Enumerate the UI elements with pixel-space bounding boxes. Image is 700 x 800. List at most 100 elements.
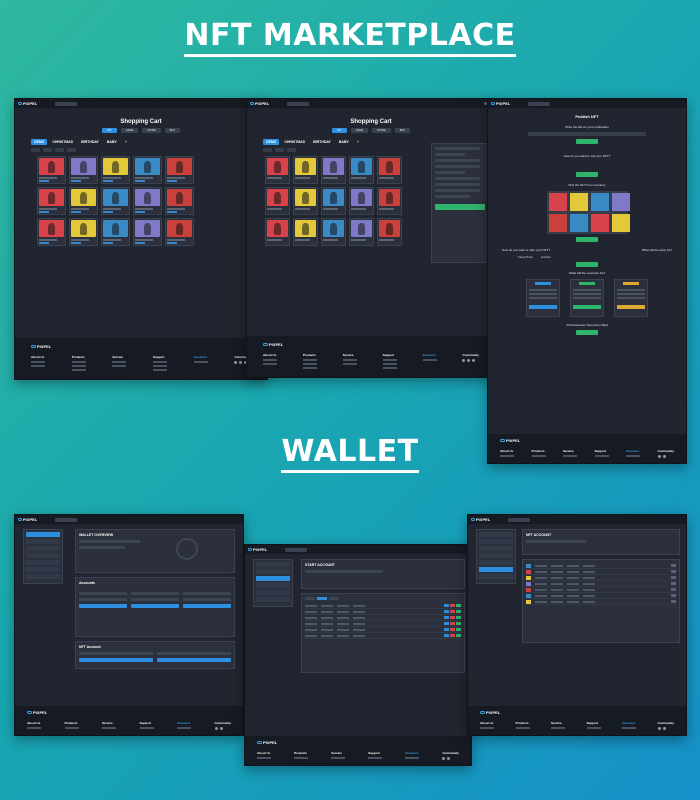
brand-logo[interactable]: PIXPEL xyxy=(18,101,37,106)
search-input[interactable] xyxy=(55,517,78,522)
brand-logo[interactable]: PIXPEL xyxy=(18,517,37,522)
sidebar-item[interactable] xyxy=(479,539,513,544)
social-icon[interactable] xyxy=(467,359,471,362)
next-button[interactable] xyxy=(576,262,598,267)
row-action-button[interactable] xyxy=(444,628,449,631)
price-button[interactable] xyxy=(67,148,76,152)
filter-store[interactable]: STORE xyxy=(142,128,161,133)
row-action-button[interactable] xyxy=(456,604,461,607)
account-button[interactable] xyxy=(183,604,231,608)
nft-card[interactable] xyxy=(265,218,290,246)
tab-christmas[interactable]: CHRISTMAS xyxy=(281,139,308,145)
nft-card[interactable] xyxy=(165,218,194,246)
row-menu-button[interactable] xyxy=(671,594,676,597)
tab-birthday[interactable]: BIRTHDAY xyxy=(78,139,102,145)
option-auction[interactable]: Auction xyxy=(541,255,551,259)
sort-button[interactable] xyxy=(263,148,272,152)
checkout-button[interactable] xyxy=(435,204,485,210)
nft-account-button[interactable] xyxy=(79,658,153,662)
search-input[interactable] xyxy=(285,547,308,552)
sidebar-item[interactable] xyxy=(26,560,60,565)
nft-card[interactable] xyxy=(101,187,130,215)
row-menu-button[interactable] xyxy=(671,582,676,585)
sidebar-item[interactable] xyxy=(26,539,60,544)
row-action-button[interactable] xyxy=(456,622,461,625)
nft-card[interactable] xyxy=(133,187,162,215)
row-action-button[interactable] xyxy=(456,628,461,631)
filter-button[interactable] xyxy=(275,148,284,152)
publish-button[interactable] xyxy=(576,330,598,335)
search-input[interactable] xyxy=(508,517,531,522)
tab-baby[interactable]: BABY xyxy=(104,139,120,145)
social-icon[interactable] xyxy=(657,727,661,730)
row-action-button[interactable] xyxy=(450,634,455,637)
option-fixed-price[interactable]: Fixed Price xyxy=(518,255,533,259)
nft-card[interactable] xyxy=(165,156,194,184)
nft-card[interactable] xyxy=(133,156,162,184)
inventory-nft[interactable] xyxy=(569,214,588,232)
nft-card[interactable] xyxy=(321,218,346,246)
nft-card[interactable] xyxy=(69,218,98,246)
row-action-button[interactable] xyxy=(444,634,449,637)
nft-card[interactable] xyxy=(265,187,290,215)
row-action-button[interactable] xyxy=(450,610,455,613)
filter-box[interactable]: BOX xyxy=(164,128,181,133)
nft-card[interactable] xyxy=(293,156,318,184)
tab-gems[interactable]: GEMS xyxy=(31,139,48,145)
social-icon[interactable] xyxy=(662,727,666,730)
inventory-nft[interactable] xyxy=(611,214,630,232)
filter-nft[interactable]: NFT xyxy=(101,128,117,133)
row-menu-button[interactable] xyxy=(671,576,676,579)
inventory-nft[interactable] xyxy=(569,193,588,211)
tier-basic[interactable] xyxy=(525,279,560,317)
brand-logo[interactable]: PIXPEL xyxy=(248,547,267,552)
nft-card[interactable] xyxy=(349,187,374,215)
sidebar-item[interactable] xyxy=(479,546,513,551)
view-button[interactable] xyxy=(55,148,64,152)
row-action-button[interactable] xyxy=(444,610,449,613)
sidebar-item[interactable] xyxy=(26,567,60,572)
brand-logo[interactable]: PIXPEL xyxy=(250,101,269,106)
nft-card[interactable] xyxy=(37,187,66,215)
social-icon[interactable] xyxy=(447,757,451,760)
next-button[interactable] xyxy=(576,237,598,242)
search-input[interactable] xyxy=(528,101,551,106)
filter-store[interactable]: STORE xyxy=(372,128,391,133)
nft-card[interactable] xyxy=(321,156,346,184)
view-button[interactable] xyxy=(287,148,296,152)
add-tab-button[interactable]: + xyxy=(354,139,362,145)
footer-heading[interactable]: Investors xyxy=(622,721,636,725)
filter-nft[interactable]: NFT xyxy=(331,128,347,133)
social-icon[interactable] xyxy=(442,757,446,760)
sidebar-item[interactable] xyxy=(479,560,513,565)
row-action-button[interactable] xyxy=(456,634,461,637)
sort-button[interactable] xyxy=(31,148,40,152)
nft-card[interactable] xyxy=(293,187,318,215)
tab-baby[interactable]: BABY xyxy=(336,139,352,145)
nft-card[interactable] xyxy=(377,156,402,184)
row-action-button[interactable] xyxy=(450,616,455,619)
tab-gems[interactable]: GEMS xyxy=(263,139,280,145)
nft-card[interactable] xyxy=(321,187,346,215)
nft-card[interactable] xyxy=(101,218,130,246)
filter-game[interactable]: GAME xyxy=(120,128,139,133)
title-input[interactable] xyxy=(527,132,647,136)
footer-heading[interactable]: Investors xyxy=(405,751,419,755)
row-action-button[interactable] xyxy=(456,616,461,619)
tab-birthday[interactable]: BIRTHDAY xyxy=(310,139,334,145)
sidebar-item[interactable] xyxy=(26,574,60,579)
sidebar-item[interactable] xyxy=(26,553,60,558)
tab-christmas[interactable]: CHRISTMAS xyxy=(49,139,76,145)
row-action-button[interactable] xyxy=(444,604,449,607)
brand-logo[interactable]: PIXPEL xyxy=(471,517,490,522)
nft-card[interactable] xyxy=(69,187,98,215)
row-menu-button[interactable] xyxy=(671,588,676,591)
inventory-nft[interactable] xyxy=(590,193,609,211)
sidebar-item[interactable] xyxy=(26,532,60,537)
inventory-nft[interactable] xyxy=(548,193,567,211)
sidebar-item[interactable] xyxy=(256,590,290,595)
sidebar-item[interactable] xyxy=(256,583,290,588)
sidebar-item[interactable] xyxy=(479,532,513,537)
social-icon[interactable] xyxy=(219,727,223,730)
nft-card[interactable] xyxy=(377,187,402,215)
